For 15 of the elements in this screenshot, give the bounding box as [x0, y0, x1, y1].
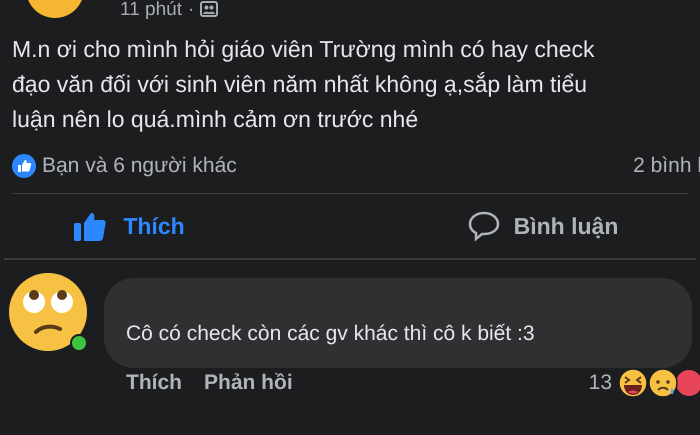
reply-link[interactable]: Phản hồi — [204, 367, 293, 399]
reactions-summary[interactable]: Bạn và 6 người khác — [42, 150, 237, 182]
separator: · — [188, 0, 194, 18]
eye-roll-emoji-avatar[interactable] — [8, 272, 88, 352]
comment-text: Cô có check còn các gv khác thì cô k biết :3 — [126, 321, 535, 348]
group-icon — [200, 1, 218, 17]
like-icon — [12, 154, 36, 178]
like-link[interactable]: Thích — [126, 367, 182, 399]
like-button[interactable]: Thích — [0, 208, 286, 244]
reaction-emojis-icon — [618, 368, 700, 398]
comment-button[interactable]: Bình luận — [386, 208, 700, 244]
post-time[interactable]: 11 phút — [120, 0, 182, 18]
reaction-count[interactable]: 13 — [588, 367, 612, 399]
post-text: M.n ơi cho mình hỏi giáo viên Trường mình có hay check đạo văn đối với sinh viên năm nhất không ạ,sắp làm tiểu luận nên lo quá.mình cảm ơn trước nhé — [11, 35, 596, 134]
speech-bubble-icon — [468, 210, 500, 242]
